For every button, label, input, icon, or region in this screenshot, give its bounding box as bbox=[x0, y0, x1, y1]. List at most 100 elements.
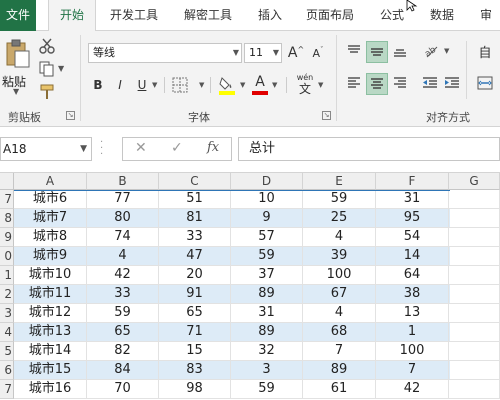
formula-bar-grip-icon[interactable]: · · · bbox=[100, 138, 106, 160]
cell-d12[interactable]: 89 bbox=[231, 285, 303, 304]
tab-page-layout[interactable]: 页面布局 bbox=[298, 0, 362, 31]
formula-input[interactable]: 总计 bbox=[238, 137, 500, 161]
fill-color-icon[interactable] bbox=[218, 75, 236, 95]
cell-b14[interactable]: 65 bbox=[87, 323, 159, 342]
cell-g13[interactable] bbox=[449, 304, 500, 323]
phonetic-guide-button[interactable]: wén 文 bbox=[294, 73, 316, 97]
row-header[interactable]: 5 bbox=[0, 342, 14, 361]
font-launcher-icon[interactable]: ↘ bbox=[322, 111, 331, 120]
cell-f16[interactable]: 7 bbox=[376, 361, 449, 380]
cell-f7[interactable]: 31 bbox=[376, 190, 449, 209]
cell-a9[interactable]: 城市8 bbox=[14, 228, 87, 247]
cell-c11[interactable]: 20 bbox=[159, 266, 231, 285]
cell-a15[interactable]: 城市14 bbox=[14, 342, 87, 361]
cell-d13[interactable]: 31 bbox=[231, 304, 303, 323]
cell-b15[interactable]: 82 bbox=[87, 342, 159, 361]
cell-g12[interactable] bbox=[449, 285, 500, 304]
cell-a12[interactable]: 城市11 bbox=[14, 285, 87, 304]
cell-c16[interactable]: 83 bbox=[159, 361, 231, 380]
cell-a8[interactable]: 城市7 bbox=[14, 209, 87, 228]
copy-dropdown-arrow[interactable]: ▼ bbox=[58, 64, 64, 73]
paste-button[interactable]: 粘贴 ▼ bbox=[2, 37, 32, 97]
cell-e17[interactable]: 61 bbox=[303, 380, 376, 399]
cell-g7[interactable] bbox=[449, 190, 500, 209]
cell-d11[interactable]: 37 bbox=[231, 266, 303, 285]
bold-button[interactable]: B bbox=[90, 75, 106, 95]
cell-d15[interactable]: 32 bbox=[231, 342, 303, 361]
align-bottom-button[interactable] bbox=[390, 41, 410, 61]
cell-e9[interactable]: 4 bbox=[303, 228, 376, 247]
cell-a13[interactable]: 城市12 bbox=[14, 304, 87, 323]
enter-icon[interactable]: ✓ bbox=[171, 140, 183, 156]
align-top-button[interactable] bbox=[344, 41, 364, 61]
cell-d9[interactable]: 57 bbox=[231, 228, 303, 247]
cell-c8[interactable]: 81 bbox=[159, 209, 231, 228]
row-header[interactable]: 7 bbox=[0, 380, 14, 399]
cell-a11[interactable]: 城市10 bbox=[14, 266, 87, 285]
align-middle-button[interactable] bbox=[366, 41, 388, 63]
row-header[interactable]: 1 bbox=[0, 266, 14, 285]
cell-a10[interactable]: 城市9 bbox=[14, 247, 87, 266]
column-header-a[interactable]: A bbox=[14, 173, 87, 190]
cell-c10[interactable]: 47 bbox=[159, 247, 231, 266]
clipboard-launcher-icon[interactable]: ↘ bbox=[66, 111, 75, 120]
increase-indent-button[interactable] bbox=[442, 73, 462, 93]
align-left-button[interactable] bbox=[344, 73, 364, 93]
cell-f11[interactable]: 64 bbox=[376, 266, 449, 285]
cell-e10[interactable]: 39 bbox=[303, 247, 376, 266]
cell-b9[interactable]: 74 bbox=[87, 228, 159, 247]
cell-g8[interactable] bbox=[449, 209, 500, 228]
cell-f8[interactable]: 95 bbox=[376, 209, 449, 228]
shrink-font-button[interactable]: Aˇ bbox=[310, 43, 326, 63]
underline-button[interactable]: U bbox=[134, 75, 150, 95]
font-color-dropdown-arrow[interactable]: ▼ bbox=[272, 81, 277, 89]
borders-icon[interactable] bbox=[172, 77, 188, 93]
tab-data[interactable]: 数据 bbox=[420, 0, 464, 31]
cell-c15[interactable]: 15 bbox=[159, 342, 231, 361]
align-right-button[interactable] bbox=[390, 73, 410, 93]
cell-c12[interactable]: 91 bbox=[159, 285, 231, 304]
cell-a17[interactable]: 城市16 bbox=[14, 380, 87, 399]
column-header-c[interactable]: C bbox=[159, 173, 231, 190]
decrease-indent-button[interactable] bbox=[420, 73, 440, 93]
align-center-button[interactable] bbox=[366, 73, 388, 95]
column-header-d[interactable]: D bbox=[231, 173, 303, 190]
column-header-b[interactable]: B bbox=[87, 173, 159, 190]
tab-home[interactable]: 开始 bbox=[48, 0, 96, 32]
tab-decrypt-tools[interactable]: 解密工具 bbox=[176, 0, 240, 31]
cell-c13[interactable]: 65 bbox=[159, 304, 231, 323]
cell-c14[interactable]: 71 bbox=[159, 323, 231, 342]
row-header[interactable]: 0 bbox=[0, 247, 14, 266]
copy-icon[interactable] bbox=[38, 60, 56, 78]
row-header[interactable]: 4 bbox=[0, 323, 14, 342]
tab-insert[interactable]: 插入 bbox=[250, 0, 290, 31]
cell-e13[interactable]: 4 bbox=[303, 304, 376, 323]
italic-button[interactable]: I bbox=[112, 75, 128, 95]
merge-center-button[interactable] bbox=[474, 73, 496, 93]
borders-dropdown-arrow[interactable]: ▼ bbox=[199, 81, 204, 89]
cell-f15[interactable]: 100 bbox=[376, 342, 449, 361]
orientation-button[interactable]: ab bbox=[420, 41, 442, 61]
cell-f13[interactable]: 13 bbox=[376, 304, 449, 323]
cell-g17[interactable] bbox=[449, 380, 500, 399]
tab-review[interactable]: 审 bbox=[472, 0, 500, 31]
row-header[interactable]: 3 bbox=[0, 304, 14, 323]
cell-c17[interactable]: 98 bbox=[159, 380, 231, 399]
cell-d10[interactable]: 59 bbox=[231, 247, 303, 266]
cell-f17[interactable]: 42 bbox=[376, 380, 449, 399]
column-header-e[interactable]: E bbox=[303, 173, 376, 190]
cell-c9[interactable]: 33 bbox=[159, 228, 231, 247]
cancel-icon[interactable]: ✕ bbox=[135, 140, 147, 156]
cell-d8[interactable]: 9 bbox=[231, 209, 303, 228]
cell-d14[interactable]: 89 bbox=[231, 323, 303, 342]
cell-b7[interactable]: 77 bbox=[87, 190, 159, 209]
underline-dropdown-arrow[interactable]: ▼ bbox=[152, 81, 157, 89]
cell-f12[interactable]: 38 bbox=[376, 285, 449, 304]
cell-e16[interactable]: 89 bbox=[303, 361, 376, 380]
orientation-dropdown-arrow[interactable]: ▼ bbox=[444, 47, 449, 55]
cell-b17[interactable]: 70 bbox=[87, 380, 159, 399]
tab-developer[interactable]: 开发工具 bbox=[102, 0, 166, 31]
cut-icon[interactable] bbox=[38, 37, 56, 55]
cell-b10[interactable]: 4 bbox=[87, 247, 159, 266]
cell-e11[interactable]: 100 bbox=[303, 266, 376, 285]
